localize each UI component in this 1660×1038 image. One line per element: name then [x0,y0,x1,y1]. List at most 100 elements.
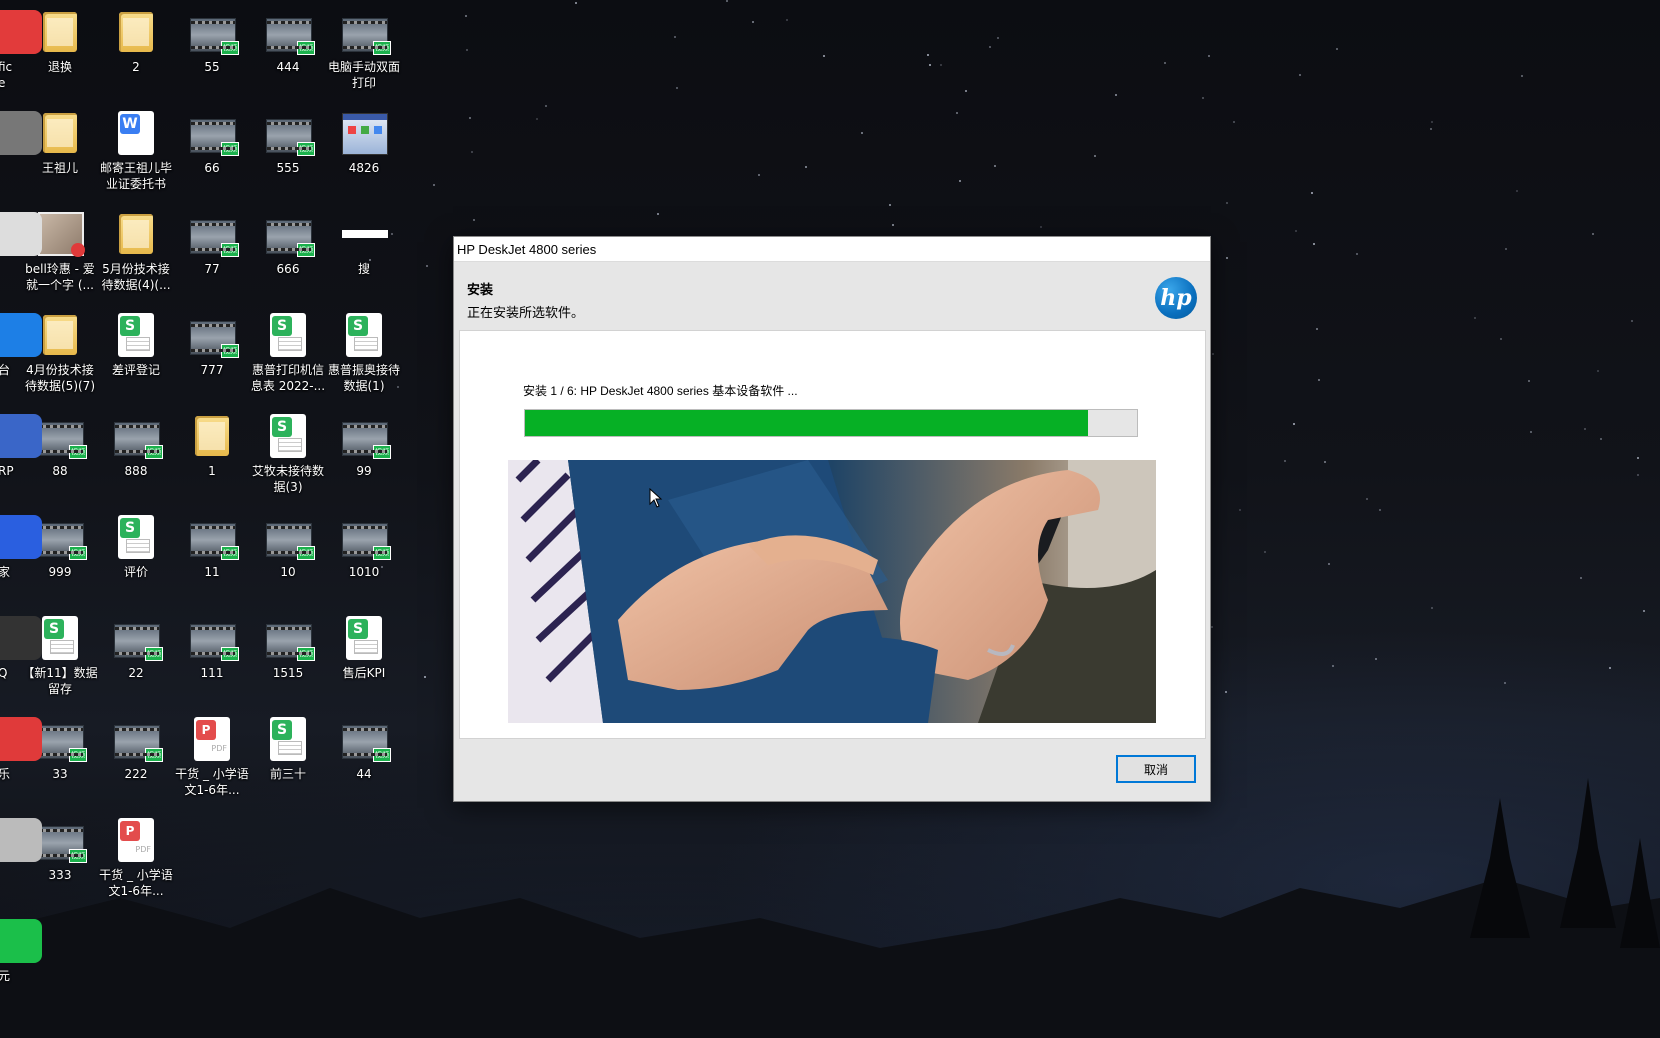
video-badge: 视频 [145,748,163,762]
desktop-icon-label: 王祖儿 [41,161,78,175]
desktop-edge-icon[interactable]: RP [0,414,42,479]
desktop-icon[interactable]: S 艾牧未接待数据(3) [250,414,326,495]
star [466,49,468,51]
app-shortcut-icon [0,717,42,761]
video-badge: 视频 [145,647,163,661]
star [959,180,961,182]
desktop-icon[interactable]: 5月份技术接待数据(4)(... [98,212,174,293]
desktop-icon[interactable]: 视频 666 [250,212,326,277]
star [1202,97,1204,99]
cancel-button[interactable]: 取消 [1116,755,1196,783]
desktop-icon[interactable]: 视频 66 [174,111,250,176]
star [1295,230,1297,232]
star [1328,563,1330,565]
star [1293,423,1295,425]
desktop-icon[interactable]: 视频 电脑手动双面打印 [326,10,402,91]
desktop-icon[interactable]: 视频 77 [174,212,250,277]
desktop-icon-label: 差评登记 [111,363,160,377]
desktop-icon[interactable]: 视频 555 [250,111,326,176]
desktop-icon[interactable]: 1 [174,414,250,479]
desktop-icon[interactable]: 视频 777 [174,313,250,378]
star [1431,121,1433,123]
video-badge: 视频 [145,445,163,459]
desktop-icon[interactable]: 视频 99 [326,414,402,479]
folder-icon [114,10,158,54]
desktop-icon-label: 66 [204,161,220,175]
star [1284,460,1286,462]
star [1264,551,1266,553]
desktop-icon[interactable]: 视频 888 [98,414,174,479]
star [1504,682,1506,684]
desktop-icon[interactable]: 视频 11 [174,515,250,580]
video-badge: 视频 [221,41,239,55]
desktop-icon[interactable]: P PDF 干货 _ 小学语文1-6年... [98,818,174,899]
desktop-icon[interactable]: S 前三十 [250,717,326,782]
desktop-icon[interactable]: S 售后KPI [326,616,402,681]
video-badge: 视频 [297,142,315,156]
star [1311,192,1313,194]
desktop-icon[interactable]: 视频 10 [250,515,326,580]
desktop-icon[interactable]: S 评价 [98,515,174,580]
desktop-icon-label: fice [0,60,13,90]
desktop-icon-label: 干货 _ 小学语文1-6年... [99,868,173,898]
desktop-edge-icon[interactable]: 元 [0,919,42,984]
desktop-icon[interactable]: 视频 1010 [326,515,402,580]
desktop-icon[interactable]: 视频 222 [98,717,174,782]
desktop-edge-icon[interactable]: 台 [0,313,42,378]
desktop-icon-label: 惠普打印机信息表 2022-... [250,363,326,393]
star [1600,438,1602,440]
desktop-icon-label: Q [0,666,8,680]
desktop-icon[interactable]: S 惠普打印机信息表 2022-... [250,313,326,394]
folder-icon [38,111,82,155]
desktop-edge-icon[interactable] [0,111,42,160]
desktop-edge-icon[interactable] [0,818,42,867]
desktop-edge-icon[interactable] [0,212,42,261]
video-icon: 视频 [266,515,315,560]
desktop-icon[interactable]: 视频 55 [174,10,250,75]
video-icon: 视频 [114,414,163,459]
desktop-edge-icon[interactable]: Q [0,616,42,681]
mountain-silhouette [0,778,1660,1038]
shortcut-icon [342,212,388,256]
spreadsheet-icon: S [342,616,386,660]
desktop-icon[interactable]: 搜 [326,212,402,277]
desktop-icon[interactable]: S 差评登记 [98,313,174,378]
star [1474,317,1476,319]
desktop-icon[interactable]: 视频 44 [326,717,402,782]
app-shortcut-icon [0,515,42,559]
desktop-icon[interactable]: 视频 444 [250,10,326,75]
star [965,90,967,92]
star [823,55,825,57]
star [1226,257,1228,259]
video-badge: 视频 [69,748,87,762]
video-icon: 视频 [190,111,239,156]
star [927,54,929,56]
desktop-icon[interactable]: W 邮寄王祖儿毕业证委托书 [98,111,174,192]
desktop-icon-label: 999 [48,565,72,579]
desktop-icon[interactable]: 视频 22 [98,616,174,681]
star [1375,658,1377,660]
video-icon: 视频 [266,111,315,156]
desktop-edge-icon[interactable]: 家 [0,515,42,580]
star [786,19,788,21]
video-badge: 视频 [69,849,87,863]
star [1225,691,1227,693]
desktop-icon-label: 元 [0,969,11,983]
star [805,166,807,168]
installer-icon [342,111,388,155]
video-icon: 视频 [266,212,315,257]
desktop-icon-label: 555 [276,161,300,175]
desktop-icon[interactable]: 2 [98,10,174,75]
desktop-icon-label: 乐 [0,767,11,781]
desktop-icon[interactable]: S 惠普振奥接待数据(1) [326,313,402,394]
desktop-edge-icon[interactable]: fice [0,10,42,91]
video-badge: 视频 [297,41,315,55]
desktop-icon[interactable]: 视频 111 [174,616,250,681]
star [1239,509,1241,511]
desktop-icon[interactable]: 4826 [326,111,402,176]
desktop-icon-label: 444 [276,60,300,74]
star [1430,128,1432,130]
desktop-icon[interactable]: P PDF 干货 _ 小学语文1-6年... [174,717,250,798]
desktop-icon[interactable]: 视频 1515 [250,616,326,681]
desktop-edge-icon[interactable]: 乐 [0,717,42,782]
